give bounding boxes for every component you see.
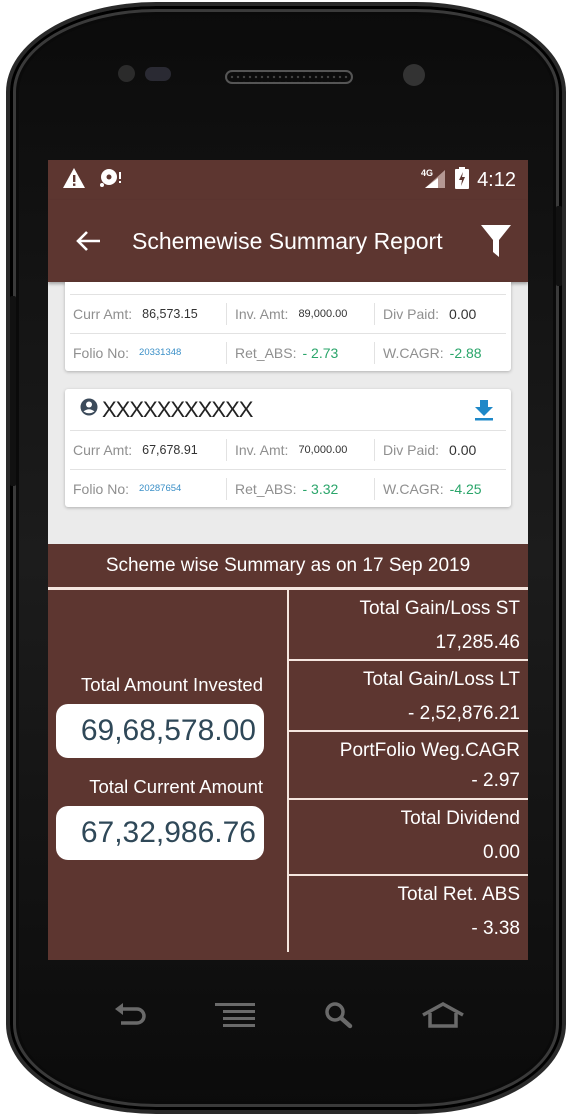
metric-label: Total Gain/Loss LT (362, 669, 520, 690)
battery-charging-icon (455, 166, 470, 194)
sync-alert-icon (98, 167, 124, 194)
total-current-value: 67,32,986.76 (56, 806, 264, 860)
card-row-amounts: Curr Amt: 67,678.91 Inv. Amt: 70,000.00 Di… (70, 431, 506, 469)
nav-home-button[interactable] (421, 1001, 465, 1029)
filter-icon (481, 225, 511, 257)
earpiece-speaker (225, 70, 353, 84)
svg-text:4G: 4G (421, 168, 433, 178)
curr-amt-label: Curr Amt: (73, 442, 133, 458)
metric-value: - 2.97 (471, 770, 520, 791)
download-icon (475, 399, 493, 420)
card-row-amounts: Curr Amt: 86,573.15 Inv. Amt: 89,000.00 Di… (70, 295, 506, 333)
card-row-returns: Folio No: 20287654 Ret_ABS: - 3.32 W.CAGR:… (70, 469, 506, 507)
power-button (556, 206, 562, 286)
metric-label: Total Dividend (400, 808, 520, 829)
wcagr-value: -4.25 (449, 480, 482, 497)
status-bar: 4G 4:12 (48, 160, 528, 200)
nav-menu-button[interactable] (215, 1002, 257, 1028)
wcagr-label: W.CAGR: (383, 480, 444, 497)
metric-label: Total Gain/Loss ST (359, 598, 520, 619)
total-current-label: Total Current Amount (89, 776, 263, 797)
metrics-column: Total Gain/Loss ST 17,285.46 Total Gain/… (287, 590, 528, 952)
total-invested-value: 69,68,578.00 (56, 704, 264, 758)
navigation-bar (48, 985, 528, 1045)
menu-icon (215, 1003, 255, 1027)
filter-button[interactable] (480, 224, 512, 258)
folio-number[interactable]: 20287654 (139, 483, 181, 494)
metric-value: - 3.38 (471, 918, 520, 939)
inv-amt-value: 89,000.00 (298, 308, 348, 320)
ret-abs-label: Ret_ABS: (235, 480, 297, 497)
metric-label: Total Ret. ABS (397, 884, 520, 905)
totals-column: Total Amount Invested 69,68,578.00 Total… (48, 590, 287, 952)
ret-abs-label: Ret_ABS: (235, 344, 297, 361)
search-icon (325, 1002, 353, 1029)
card-header: XXXXXXXXXXX (70, 389, 506, 431)
folio-label: Folio No: (73, 480, 130, 497)
signal-4g-icon: 4G (421, 167, 447, 194)
wcagr-value: -2.88 (449, 344, 482, 361)
inv-amt-label: Inv. Amt: (235, 306, 289, 322)
folio-number[interactable]: 20331348 (139, 347, 181, 358)
app-bar: Schemewise Summary Report (48, 200, 528, 282)
wcagr-label: W.CAGR: (383, 344, 444, 361)
home-icon (422, 1002, 464, 1028)
metric-value: - 2,52,876.21 (408, 703, 520, 724)
volume-button (10, 296, 16, 486)
div-paid-value: 0.00 (449, 306, 477, 322)
div-paid-value: 0.00 (449, 442, 477, 458)
proximity-sensor (118, 65, 135, 82)
curr-amt-value: 86,573.15 (142, 307, 198, 321)
scheme-list[interactable]: Curr Amt: 86,573.15 Inv. Amt: 89,000.00 Di… (48, 282, 528, 507)
inv-amt-value: 70,000.00 (298, 444, 348, 456)
nav-search-button[interactable] (323, 1001, 355, 1029)
arrow-back-icon (76, 231, 100, 251)
div-paid-label: Div Paid: (383, 306, 440, 322)
front-camera (403, 64, 425, 86)
metric-portfolio-cagr: PortFolio Weg.CAGR - 2.97 (289, 732, 528, 800)
back-button[interactable] (74, 229, 102, 253)
metric-gain-loss-lt: Total Gain/Loss LT - 2,52,876.21 (289, 661, 528, 732)
curr-amt-value: 67,678.91 (142, 443, 198, 457)
div-paid-label: Div Paid: (383, 442, 440, 458)
metric-gain-loss-st: Total Gain/Loss ST 17,285.46 (289, 590, 528, 661)
metric-value: 17,285.46 (435, 632, 520, 653)
card-row-returns: Folio No: 20331348 Ret_ABS: - 2.73 W.CAGR:… (70, 333, 506, 371)
total-invested-label: Total Amount Invested (80, 674, 263, 695)
scheme-card[interactable]: XXXXXXXXXXX Curr Amt: 67,678.91 Inv. Amt:… (65, 389, 511, 507)
inv-amt-label: Inv. Amt: (235, 442, 289, 458)
download-button[interactable] (474, 399, 494, 421)
page-title: Schemewise Summary Report (132, 227, 443, 254)
scheme-card[interactable]: Curr Amt: 86,573.15 Inv. Amt: 89,000.00 Di… (65, 282, 511, 371)
nav-back-button[interactable] (111, 1001, 149, 1029)
summary-panel: Scheme wise Summary as on 17 Sep 2019 To… (48, 544, 528, 960)
warning-icon (62, 167, 86, 194)
back-icon (115, 1003, 146, 1025)
account-circle-icon (80, 398, 98, 421)
ret-abs-value: - 3.32 (302, 480, 339, 497)
metric-total-dividend: Total Dividend 0.00 (289, 800, 528, 876)
metric-value: 0.00 (483, 842, 520, 863)
folio-label: Folio No: (73, 344, 130, 361)
metric-total-ret-abs: Total Ret. ABS - 3.38 (289, 876, 528, 950)
card-header (70, 282, 506, 295)
investor-name: XXXXXXXXXXX (102, 396, 253, 422)
light-sensor (145, 67, 171, 81)
metric-label: PortFolio Weg.CAGR (339, 740, 520, 761)
summary-title: Scheme wise Summary as on 17 Sep 2019 (48, 544, 528, 590)
screen: 4G 4:12 Schemewise Summary Report Curr A… (48, 160, 528, 960)
clock: 4:12 (477, 168, 516, 191)
curr-amt-label: Curr Amt: (73, 306, 133, 322)
ret-abs-value: - 2.73 (302, 344, 339, 361)
